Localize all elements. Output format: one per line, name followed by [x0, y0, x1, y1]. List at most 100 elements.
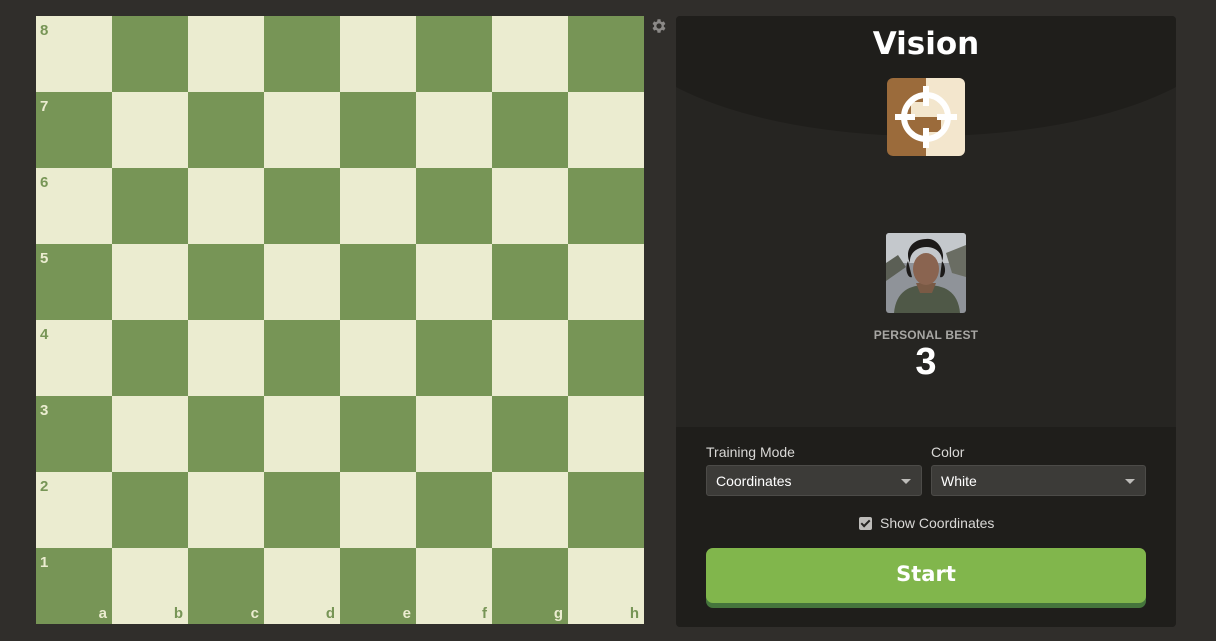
square-h8[interactable]	[568, 16, 644, 92]
square-h3[interactable]	[568, 396, 644, 472]
square-b3[interactable]	[112, 396, 188, 472]
square-g3[interactable]	[492, 396, 568, 472]
square-f8[interactable]	[416, 16, 492, 92]
square-a3[interactable]: 3	[36, 396, 112, 472]
square-c8[interactable]	[188, 16, 264, 92]
rank-label: 7	[40, 98, 49, 115]
personal-best-value: 3	[915, 341, 937, 383]
square-f3[interactable]	[416, 396, 492, 472]
square-h1[interactable]: h	[568, 548, 644, 624]
square-e7[interactable]	[340, 92, 416, 168]
square-e4[interactable]	[340, 320, 416, 396]
square-d2[interactable]	[264, 472, 340, 548]
square-d6[interactable]	[264, 168, 340, 244]
square-a4[interactable]: 4	[36, 320, 112, 396]
file-label: h	[629, 605, 639, 622]
show-coordinates-checkbox[interactable]	[859, 516, 872, 530]
square-g8[interactable]	[492, 16, 568, 92]
square-b2[interactable]	[112, 472, 188, 548]
rank-label: 1	[40, 554, 49, 571]
square-f6[interactable]	[416, 168, 492, 244]
chevron-down-icon	[1125, 479, 1135, 484]
square-h4[interactable]	[568, 320, 644, 396]
square-h2[interactable]	[568, 472, 644, 548]
avatar	[886, 233, 966, 313]
square-h7[interactable]	[568, 92, 644, 168]
square-b4[interactable]	[112, 320, 188, 396]
square-a1[interactable]: 1a	[36, 548, 112, 624]
training-mode-select[interactable]: Coordinates	[706, 465, 922, 496]
square-g1[interactable]: g	[492, 548, 568, 624]
square-e5[interactable]	[340, 244, 416, 320]
square-b6[interactable]	[112, 168, 188, 244]
rank-label: 6	[40, 174, 49, 191]
square-e2[interactable]	[340, 472, 416, 548]
square-f7[interactable]	[416, 92, 492, 168]
vision-crosshair-icon	[887, 78, 965, 156]
square-h5[interactable]	[568, 244, 644, 320]
file-label: e	[402, 605, 411, 622]
square-c4[interactable]	[188, 320, 264, 396]
square-g6[interactable]	[492, 168, 568, 244]
square-g5[interactable]	[492, 244, 568, 320]
square-c7[interactable]	[188, 92, 264, 168]
square-f2[interactable]	[416, 472, 492, 548]
square-f5[interactable]	[416, 244, 492, 320]
square-d3[interactable]	[264, 396, 340, 472]
color-select[interactable]: White	[931, 465, 1146, 496]
square-d5[interactable]	[264, 244, 340, 320]
square-c5[interactable]	[188, 244, 264, 320]
controls-section: Training Mode Coordinates Color White Sh…	[676, 427, 1176, 627]
square-e6[interactable]	[340, 168, 416, 244]
square-e1[interactable]: e	[340, 548, 416, 624]
file-label: b	[173, 605, 183, 622]
square-c6[interactable]	[188, 168, 264, 244]
show-coordinates-label: Show Coordinates	[880, 515, 995, 531]
square-e8[interactable]	[340, 16, 416, 92]
square-a6[interactable]: 6	[36, 168, 112, 244]
square-b5[interactable]	[112, 244, 188, 320]
gear-icon[interactable]	[650, 17, 668, 35]
square-e3[interactable]	[340, 396, 416, 472]
rank-label: 2	[40, 478, 49, 495]
file-label: f	[482, 605, 487, 622]
square-a8[interactable]: 8	[36, 16, 112, 92]
chess-board[interactable]: 87654321abcdefgh	[36, 16, 644, 624]
square-b1[interactable]: b	[112, 548, 188, 624]
square-h6[interactable]	[568, 168, 644, 244]
page-title: Vision	[872, 26, 980, 62]
square-f4[interactable]	[416, 320, 492, 396]
square-c2[interactable]	[188, 472, 264, 548]
rank-label: 8	[40, 22, 49, 39]
square-a2[interactable]: 2	[36, 472, 112, 548]
square-f1[interactable]: f	[416, 548, 492, 624]
square-g2[interactable]	[492, 472, 568, 548]
square-g4[interactable]	[492, 320, 568, 396]
square-a7[interactable]: 7	[36, 92, 112, 168]
show-coordinates-toggle[interactable]: Show Coordinates	[859, 515, 994, 531]
square-d8[interactable]	[264, 16, 340, 92]
rank-label: 4	[40, 326, 49, 343]
chevron-down-icon	[901, 479, 911, 484]
square-d1[interactable]: d	[264, 548, 340, 624]
color-value: White	[941, 473, 977, 489]
training-mode-value: Coordinates	[716, 473, 792, 489]
file-label: a	[98, 605, 107, 622]
personal-best-label: PERSONAL BEST	[873, 328, 979, 342]
file-label: c	[250, 605, 259, 622]
square-c1[interactable]: c	[188, 548, 264, 624]
file-label: d	[325, 605, 335, 622]
square-d4[interactable]	[264, 320, 340, 396]
square-g7[interactable]	[492, 92, 568, 168]
rank-label: 3	[40, 402, 49, 419]
square-c3[interactable]	[188, 396, 264, 472]
rank-label: 5	[40, 250, 49, 267]
square-d7[interactable]	[264, 92, 340, 168]
file-label: g	[553, 605, 563, 622]
training-mode-label: Training Mode	[706, 444, 795, 460]
square-b7[interactable]	[112, 92, 188, 168]
square-b8[interactable]	[112, 16, 188, 92]
side-panel: Vision PERSONAL BEST 3 Training Mode Coo…	[676, 16, 1176, 627]
square-a5[interactable]: 5	[36, 244, 112, 320]
start-button[interactable]: Start	[706, 548, 1146, 603]
